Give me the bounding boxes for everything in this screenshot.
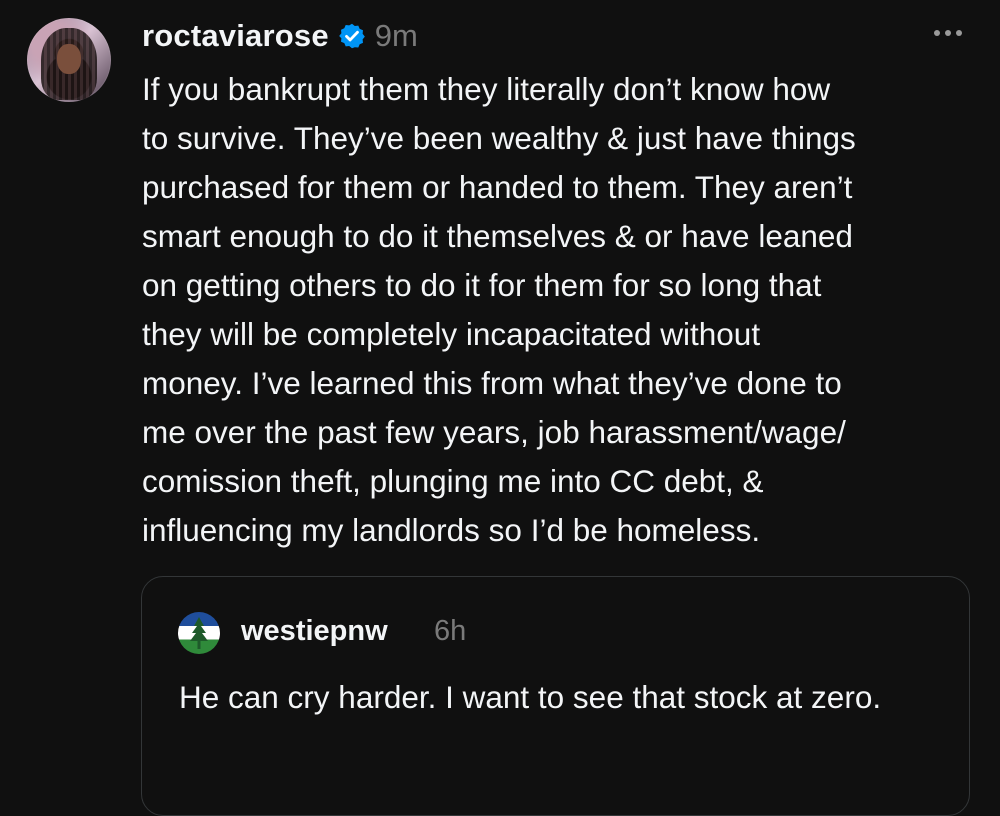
post-body-text: If you bankrupt them they literally don’…: [142, 71, 856, 548]
post-timestamp: 9m: [374, 18, 418, 53]
quoted-post-card[interactable]: westiepnw 6h He can cry harder. I want t…: [141, 576, 970, 816]
user-avatar[interactable]: [27, 18, 111, 102]
verified-badge-icon: [338, 22, 366, 50]
post-username[interactable]: roctaviarose: [142, 18, 329, 54]
quoted-username[interactable]: westiepnw: [241, 615, 388, 648]
quoted-user-avatar[interactable]: [178, 612, 220, 654]
post-header: roctaviarose 9m: [142, 14, 418, 58]
more-options-icon[interactable]: [934, 30, 962, 36]
quoted-timestamp: 6h: [434, 615, 467, 647]
quoted-body-text: He can cry harder. I want to see that st…: [179, 679, 882, 715]
